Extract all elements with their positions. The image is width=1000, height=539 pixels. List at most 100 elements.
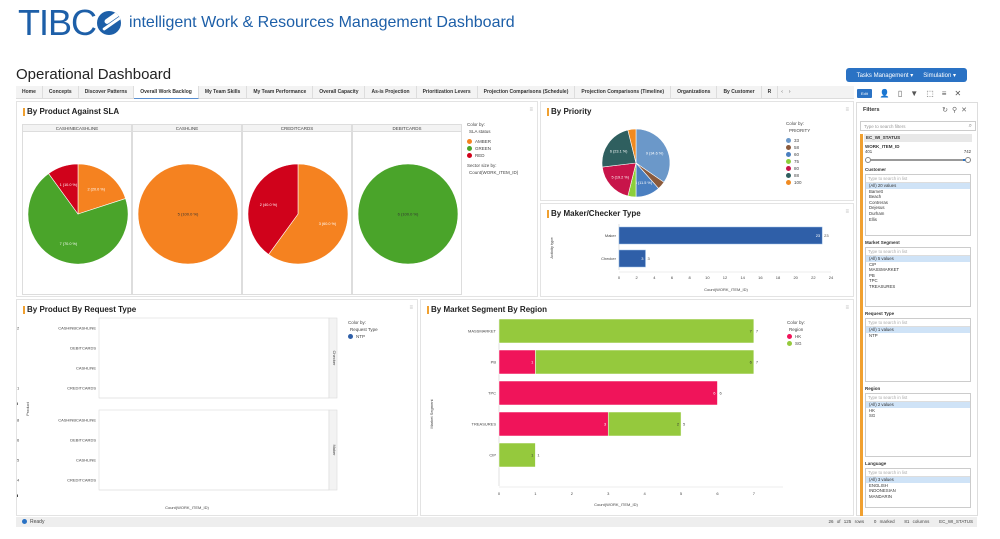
list-search-input[interactable]: Type to search in list bbox=[866, 319, 970, 327]
user-icon[interactable]: 👤 bbox=[880, 89, 890, 98]
list-search-input[interactable]: Type to search in list bbox=[866, 175, 970, 183]
panel-menu-icon[interactable]: ≡ bbox=[409, 305, 413, 311]
sla-pie-creditcards[interactable]: 3 (60.0 %) 2 (40.0 %) bbox=[243, 132, 353, 292]
legend-item-priority-80[interactable]: 80 bbox=[786, 165, 810, 172]
market-segment-bar-chart[interactable]: MASSMARKET 7 7PB 1 6 7TPC 6 6TREASURES 3 2 5CIP 1 10… bbox=[421, 314, 791, 514]
close-icon[interactable]: ✕ bbox=[961, 107, 971, 114]
x-tick-label: 3 bbox=[607, 491, 610, 496]
slider-min-handle[interactable] bbox=[865, 157, 871, 163]
bar-total-label: 7 bbox=[756, 329, 759, 334]
panel-menu-icon[interactable]: ≡ bbox=[529, 107, 533, 113]
legend-item-sg[interactable]: SG bbox=[787, 340, 805, 347]
tab-projection-comparisons-schedule-[interactable]: Projection Comparisons (Schedule) bbox=[478, 85, 576, 99]
legend-item-priority-100[interactable]: 100 bbox=[786, 179, 810, 186]
tasks-management-button[interactable]: Tasks Management ▾ bbox=[852, 72, 919, 79]
bar-hk[interactable] bbox=[498, 349, 536, 375]
legend-item-priority-58[interactable]: 58 bbox=[786, 144, 810, 151]
sla-pie-cashline[interactable]: 5 (100.0 %) bbox=[133, 132, 243, 292]
bar-sg[interactable] bbox=[498, 318, 755, 344]
filter-request-type: Request Type Type to search in list (All) … bbox=[865, 311, 971, 382]
sla-pie-debitcards[interactable]: 6 (100.0 %) bbox=[353, 132, 463, 292]
list-search-input[interactable]: Type to search in list bbox=[866, 394, 970, 402]
category-label: Maker bbox=[605, 233, 617, 238]
close-icon[interactable]: ✕ bbox=[954, 89, 961, 98]
tab-as-is-projection[interactable]: As-is Projection bbox=[365, 85, 417, 99]
list-option[interactable]: Ellis bbox=[866, 217, 970, 223]
sla-pie-cashinbcashline[interactable]: 2 (20.0 %) 7 (70.0 %) 1 (10.0 %) bbox=[23, 132, 133, 292]
tab-organizations[interactable]: Organizations bbox=[671, 85, 718, 99]
logo-mark-icon bbox=[97, 11, 122, 35]
legend-item-red[interactable]: RED bbox=[467, 152, 518, 159]
top-menu-buttons: Tasks Management ▾ Simulation ▾ bbox=[845, 68, 967, 82]
filter-listbox[interactable]: Type to search in list (All) 3 values ENGL… bbox=[865, 468, 971, 508]
maker-checker-bar-chart[interactable]: Maker 23 23Checker 3 30 2 4 6 8 10 12 14 16 18 20 22 24C… bbox=[541, 218, 853, 296]
list-option[interactable]: NTP bbox=[866, 333, 970, 339]
menu-icon[interactable]: ≡ bbox=[942, 89, 947, 98]
tab-scroll-right-icon[interactable]: › bbox=[786, 89, 794, 95]
request-type-panel: By Product By Request Type ≡ Checker CASH… bbox=[16, 299, 418, 516]
tab-overall-work-backlog[interactable]: Overall Work Backlog bbox=[134, 85, 199, 99]
data-table-name[interactable]: EC_WI_STATUS bbox=[939, 519, 973, 524]
bar-sg[interactable] bbox=[535, 349, 755, 375]
list-search-input[interactable]: Type to search in list bbox=[866, 248, 970, 256]
priority-pie-chart[interactable]: 9 (34.6 %) 3 (11.5 %) 5 (19.2 %) 6 (23.1 %) bbox=[596, 120, 716, 200]
bar-sg[interactable] bbox=[607, 411, 682, 437]
tab-home[interactable]: Home bbox=[16, 85, 43, 99]
legend-item-priority-88[interactable]: 88 bbox=[786, 172, 810, 179]
bar-hk[interactable] bbox=[498, 380, 718, 406]
tab-my-team-performance[interactable]: My Team Performance bbox=[247, 85, 314, 99]
legend-field[interactable]: Region bbox=[787, 326, 805, 333]
legend-item-green[interactable]: GREEN bbox=[467, 145, 518, 152]
slider-track bbox=[867, 159, 969, 161]
tab-discover-patterns[interactable]: Discover Patterns bbox=[79, 85, 135, 99]
panel-menu-icon[interactable]: ≡ bbox=[845, 107, 849, 113]
list-option[interactable]: TREASURES bbox=[866, 284, 970, 290]
tab-scroll-left-icon[interactable]: ‹ bbox=[778, 89, 786, 95]
legend-sector-field[interactable]: Count(WORK_ITEM_ID) bbox=[467, 169, 518, 176]
slider-max-handle[interactable] bbox=[965, 157, 971, 163]
legend-item-priority-33[interactable]: 33 bbox=[786, 137, 810, 144]
tab-r[interactable]: R bbox=[762, 85, 779, 99]
bookmark-icon[interactable]: ▯ bbox=[898, 89, 902, 98]
legend-item-priority-60[interactable]: 60 bbox=[786, 151, 810, 158]
filter-icon[interactable]: ▼ bbox=[910, 89, 918, 98]
panel-menu-icon[interactable]: ≡ bbox=[845, 305, 849, 311]
pin-icon[interactable]: ⚲ bbox=[952, 107, 961, 114]
legend-field[interactable]: Request Type bbox=[348, 326, 378, 333]
legend-item-ntp[interactable]: NTP bbox=[348, 333, 378, 340]
tab-my-team-skills[interactable]: My Team Skills bbox=[199, 85, 248, 99]
filter-search-input[interactable]: Type to search filters ⌕ bbox=[860, 121, 976, 131]
bar-inner-label: 23 bbox=[816, 233, 821, 238]
filter-listbox[interactable]: Type to search in list (All) 2 values HK SG bbox=[865, 393, 971, 457]
tab-prioritization-levers[interactable]: Prioritization Levers bbox=[417, 85, 478, 99]
legend-item-amber[interactable]: AMBER bbox=[467, 138, 518, 145]
x-tick-label: 5 bbox=[680, 491, 683, 496]
filter-label: Language bbox=[865, 461, 887, 466]
slice-label: 6 (100.0 %) bbox=[398, 212, 419, 217]
reset-icon[interactable]: ↻ bbox=[942, 107, 952, 114]
bar-sg[interactable] bbox=[498, 442, 536, 468]
list-option[interactable]: SG bbox=[866, 413, 970, 419]
edit-button[interactable]: Edit bbox=[857, 88, 872, 98]
work-item-range-slider[interactable]: 401 742 bbox=[865, 149, 971, 163]
legend-item-hk[interactable]: HK bbox=[787, 333, 805, 340]
tab-by-customer[interactable]: By Customer bbox=[717, 85, 762, 99]
bar-hk[interactable] bbox=[498, 411, 609, 437]
legend-item-priority-75[interactable]: 75 bbox=[786, 158, 810, 165]
filter-group-header[interactable]: EC_WI_STATUS bbox=[864, 134, 972, 142]
filter-listbox[interactable]: Type to search in list (All) 1 values NTP bbox=[865, 318, 971, 382]
tab-concepts[interactable]: Concepts bbox=[43, 85, 79, 99]
tab-projection-comparisons-timeline-[interactable]: Projection Comparisons (Timeline) bbox=[575, 85, 672, 99]
list-option[interactable]: MANDARIN bbox=[866, 494, 970, 500]
bar[interactable] bbox=[618, 226, 823, 245]
legend-field[interactable]: SLA status bbox=[467, 128, 518, 135]
panel-menu-icon[interactable]: ≡ bbox=[845, 209, 849, 215]
legend-field[interactable]: PRIORITY bbox=[786, 127, 810, 134]
request-type-bar-chart[interactable]: Checker CASHINBCASHLINE 2 2 DEBITCARDS CASHLI… bbox=[17, 314, 347, 514]
list-search-input[interactable]: Type to search in list bbox=[866, 469, 970, 477]
simulation-button[interactable]: Simulation ▾ bbox=[918, 72, 961, 79]
select-icon[interactable]: ⬚ bbox=[926, 89, 934, 98]
filter-listbox[interactable]: Type to search in list (All) 20 values Bar… bbox=[865, 174, 971, 236]
filter-listbox[interactable]: Type to search in list (All) 5 values CIP M… bbox=[865, 247, 971, 307]
tab-overall-capacity[interactable]: Overall Capacity bbox=[313, 85, 366, 99]
